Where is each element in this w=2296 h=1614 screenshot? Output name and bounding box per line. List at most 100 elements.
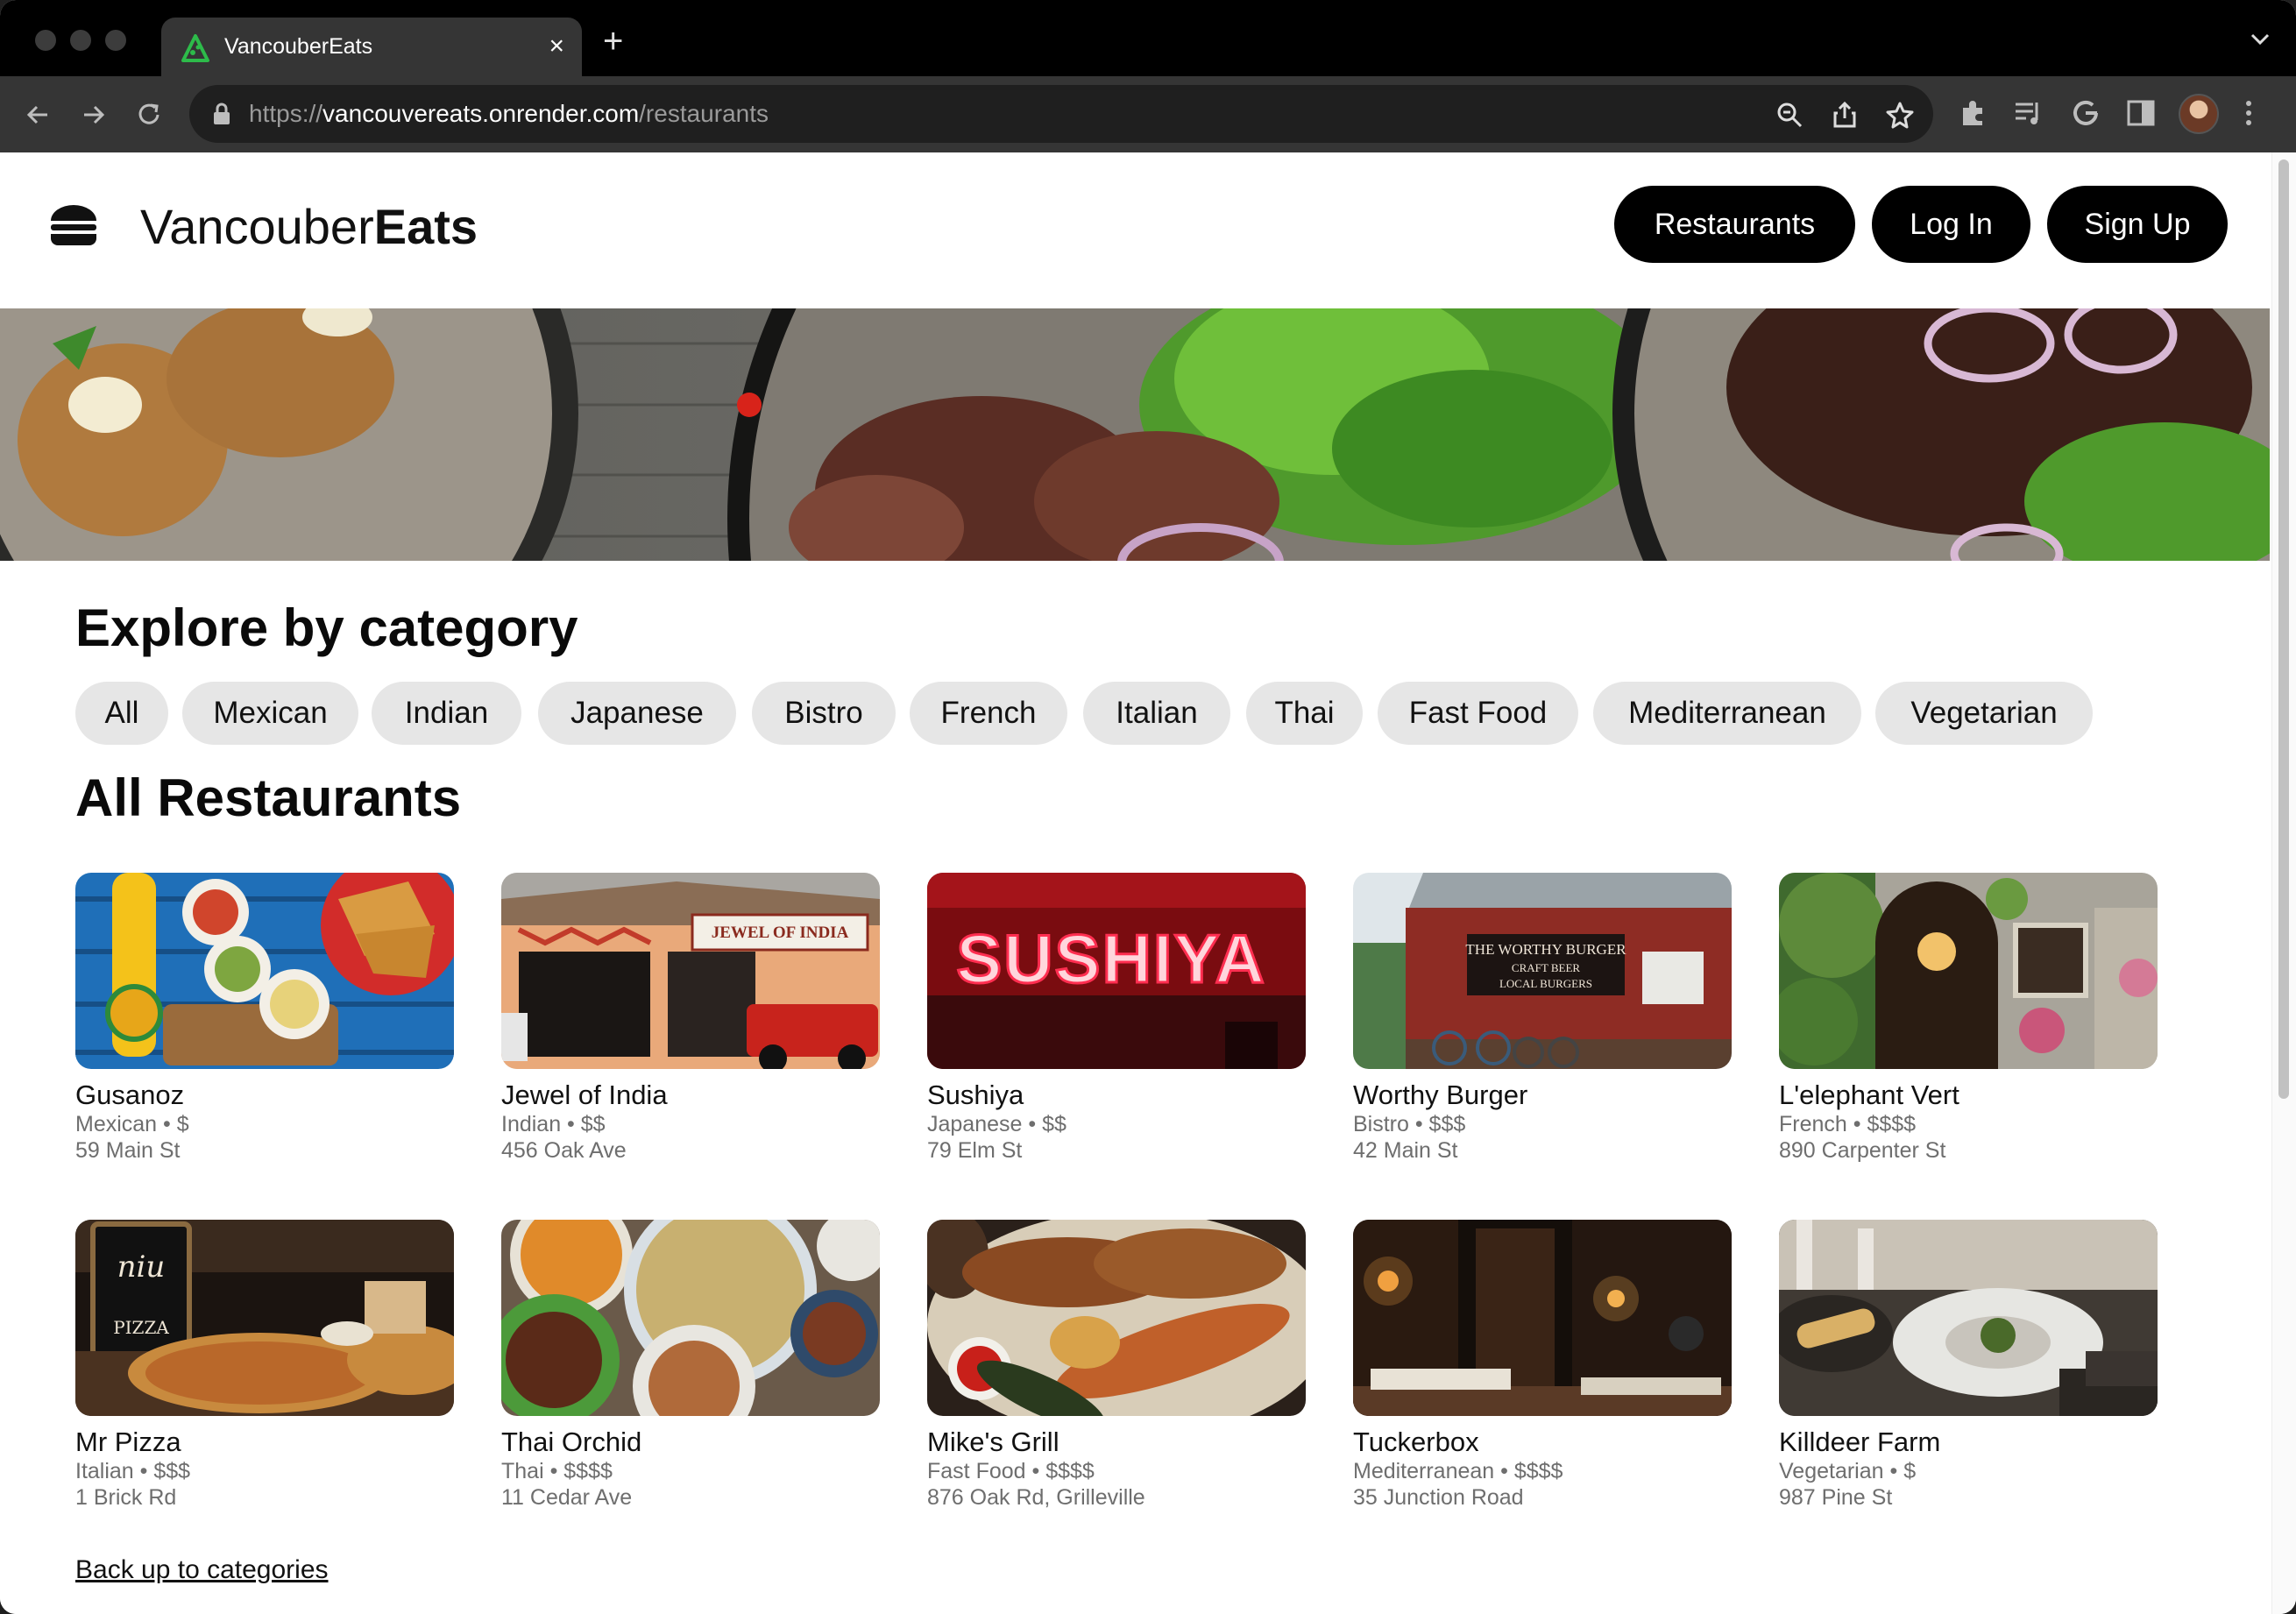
restaurant-photo[interactable] — [75, 873, 454, 1069]
jewel-sign-text: JEWEL OF INDIA — [712, 924, 849, 942]
all-restaurants-heading: All Restaurants — [75, 768, 462, 827]
restaurant-name[interactable]: Sushiya — [927, 1080, 1024, 1111]
restaurant-name[interactable]: Killdeer Farm — [1779, 1426, 1940, 1458]
restaurant-name[interactable]: Thai Orchid — [501, 1426, 641, 1458]
restaurant-name[interactable]: Mike's Grill — [927, 1426, 1059, 1458]
restaurant-photo[interactable]: THE WORTHY BURGER CRAFT BEER LOCAL BURGE… — [1353, 873, 1732, 1069]
category-chip-italian[interactable]: Italian — [1083, 682, 1230, 745]
url-path: /restaurants — [639, 100, 769, 127]
restaurant-category-price: Mediterranean • $$$$ — [1353, 1459, 1563, 1483]
brand-light-part: Vancouber — [140, 199, 374, 254]
category-chip-japanese[interactable]: Japanese — [538, 682, 736, 745]
restaurant-category-price: Bistro • $$$ — [1353, 1112, 1466, 1136]
more-vertical-icon[interactable] — [2243, 97, 2254, 129]
nav-signup-button[interactable]: Sign Up — [2047, 186, 2228, 263]
category-chip-french[interactable]: French — [910, 682, 1067, 745]
close-window-dot[interactable] — [35, 30, 56, 51]
reload-icon[interactable] — [131, 97, 167, 132]
back-arrow-icon[interactable] — [21, 97, 56, 132]
restaurant-card[interactable]: Gusanoz Mexican • $ 59 Main St — [75, 873, 454, 1171]
pizza-slice-icon — [181, 34, 209, 62]
restaurant-photo[interactable] — [1353, 1220, 1732, 1416]
browser-tab[interactable]: VancouberEats × — [161, 18, 582, 76]
page-viewport: VancouberEats Restaurants Log In Sign Up — [0, 152, 2296, 1614]
close-tab-icon[interactable]: × — [549, 32, 564, 61]
restaurant-address: 79 Elm St — [927, 1138, 1023, 1163]
category-chip-mexican[interactable]: Mexican — [182, 682, 358, 745]
nav-login-button[interactable]: Log In — [1872, 186, 2030, 263]
restaurant-card[interactable]: SUSHIYA Sushiya Japanese • $$ 79 Elm St — [927, 873, 1306, 1171]
restaurant-card[interactable]: Thai Orchid Thai • $$$$ 11 Cedar Ave — [501, 1220, 880, 1518]
restaurant-address: 876 Oak Rd, Grilleville — [927, 1485, 1145, 1510]
restaurant-card[interactable]: L'elephant Vert French • $$$$ 890 Carpen… — [1779, 873, 2158, 1171]
sushiya-sign-text: SUSHIYA — [956, 920, 1266, 997]
side-panel-icon[interactable] — [2126, 97, 2156, 129]
new-tab-icon[interactable]: + — [603, 24, 623, 59]
category-chip-mediterranean[interactable]: Mediterranean — [1593, 682, 1861, 745]
restaurant-photo[interactable]: JEWEL OF INDIA — [501, 873, 880, 1069]
restaurant-photo[interactable] — [927, 1220, 1306, 1416]
restaurant-address: 35 Junction Road — [1353, 1485, 1524, 1510]
bookmark-star-icon[interactable] — [1886, 101, 1914, 129]
restaurant-name[interactable]: Worthy Burger — [1353, 1080, 1527, 1111]
forward-arrow-icon[interactable] — [75, 97, 110, 132]
zoom-icon[interactable] — [1775, 101, 1803, 129]
burger-sign-line-1: THE WORTHY BURGER — [1465, 941, 1626, 958]
restaurant-category-price: Fast Food • $$$$ — [927, 1459, 1095, 1483]
burger-logo-icon[interactable] — [47, 200, 100, 252]
burger-sign-line-2: CRAFT BEER — [1512, 961, 1580, 974]
url-scheme: https:// — [249, 100, 323, 127]
restaurant-photo[interactable]: SUSHIYA — [927, 873, 1306, 1069]
category-chip-thai[interactable]: Thai — [1246, 682, 1363, 745]
restaurant-category-price: Italian • $$$ — [75, 1459, 191, 1483]
page-scrollbar[interactable] — [2271, 152, 2296, 1614]
pizza-sign-line-1: niu — [117, 1249, 166, 1285]
profile-avatar-icon[interactable] — [2179, 94, 2219, 134]
restaurant-photo[interactable] — [501, 1220, 880, 1416]
minimize-window-dot[interactable] — [70, 30, 91, 51]
address-bar[interactable]: https://vancouvereats.onrender.com/resta… — [189, 85, 1933, 143]
restaurant-address: 890 Carpenter St — [1779, 1138, 1946, 1163]
restaurant-category-price: French • $$$$ — [1779, 1112, 1917, 1136]
restaurant-name[interactable]: Jewel of India — [501, 1080, 668, 1111]
restaurant-name[interactable]: L'elephant Vert — [1779, 1080, 1959, 1111]
category-chip-bistro[interactable]: Bistro — [752, 682, 896, 745]
restaurant-photo[interactable] — [1779, 1220, 2158, 1416]
brand-wordmark[interactable]: VancouberEats — [140, 196, 478, 258]
restaurant-address: 59 Main St — [75, 1138, 181, 1163]
extensions-puzzle-icon[interactable] — [1958, 97, 1989, 129]
google-g-icon[interactable] — [2070, 97, 2101, 129]
restaurant-card[interactable]: Killdeer Farm Vegetarian • $ 987 Pine St — [1779, 1220, 2158, 1518]
zoom-window-dot[interactable] — [105, 30, 126, 51]
category-chip-all[interactable]: All — [75, 682, 168, 745]
back-to-categories-link[interactable]: Back up to categories — [75, 1554, 329, 1586]
media-controls-icon[interactable] — [2012, 97, 2044, 129]
restaurant-category-price: Japanese • $$ — [927, 1112, 1067, 1136]
brand-bold-part: Eats — [373, 199, 478, 254]
restaurant-category-price: Indian • $$ — [501, 1112, 606, 1136]
scrollbar-thumb[interactable] — [2278, 159, 2289, 1099]
category-chip-vegetarian[interactable]: Vegetarian — [1875, 682, 2093, 745]
restaurant-address: 1 Brick Rd — [75, 1485, 177, 1510]
explore-heading: Explore by category — [75, 598, 578, 657]
restaurant-photo[interactable] — [1779, 873, 2158, 1069]
restaurant-address: 11 Cedar Ave — [501, 1485, 633, 1510]
lock-icon[interactable] — [212, 102, 231, 126]
restaurant-card[interactable]: THE WORTHY BURGER CRAFT BEER LOCAL BURGE… — [1353, 873, 1732, 1171]
restaurant-category-price: Thai • $$$$ — [501, 1459, 613, 1483]
category-chip-fast-food[interactable]: Fast Food — [1378, 682, 1578, 745]
restaurant-name[interactable]: Mr Pizza — [75, 1426, 181, 1458]
restaurant-photo[interactable]: niu PIZZA — [75, 1220, 454, 1416]
nav-restaurants-button[interactable]: Restaurants — [1614, 186, 1855, 263]
restaurant-card[interactable]: Mike's Grill Fast Food • $$$$ 876 Oak Rd… — [927, 1220, 1306, 1518]
restaurant-name[interactable]: Tuckerbox — [1353, 1426, 1479, 1458]
pizza-sign-line-2: PIZZA — [113, 1317, 169, 1338]
category-chip-indian[interactable]: Indian — [372, 682, 521, 745]
restaurant-name[interactable]: Gusanoz — [75, 1080, 184, 1111]
restaurant-card[interactable]: Tuckerbox Mediterranean • $$$$ 35 Juncti… — [1353, 1220, 1732, 1518]
restaurant-card[interactable]: niu PIZZA Mr Pizza Italian • $$$ 1 Brick… — [75, 1220, 454, 1518]
chevron-down-icon[interactable] — [2250, 33, 2270, 46]
restaurant-category-price: Vegetarian • $ — [1779, 1459, 1917, 1483]
share-icon[interactable] — [1832, 101, 1858, 129]
restaurant-card[interactable]: JEWEL OF INDIA Jewel of India Indian • $… — [501, 873, 880, 1171]
